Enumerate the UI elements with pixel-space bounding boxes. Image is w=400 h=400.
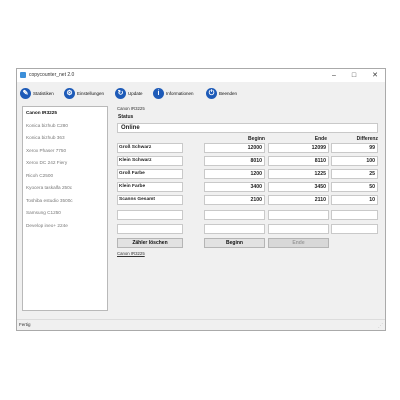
app-icon bbox=[20, 72, 26, 78]
power-icon: ⏻ bbox=[206, 87, 217, 99]
end-button[interactable]: Ende bbox=[268, 238, 329, 248]
device-item[interactable]: Samsung C1250 bbox=[23, 207, 107, 220]
status-label: Status bbox=[118, 114, 134, 120]
statistics-label: Statistiken bbox=[33, 90, 54, 96]
diff-field: 25 bbox=[331, 169, 378, 179]
empty-field bbox=[331, 210, 378, 220]
begin-field[interactable]: 12000 bbox=[204, 143, 265, 153]
device-list[interactable]: Canon IR3225 Konica bizhub C280 Konica b… bbox=[22, 106, 108, 311]
diff-field: 10 bbox=[331, 195, 378, 205]
end-field[interactable]: 2110 bbox=[268, 195, 329, 205]
info-icon: i bbox=[153, 87, 164, 99]
empty-field bbox=[117, 210, 183, 220]
begin-field[interactable]: 1200 bbox=[204, 169, 265, 179]
end-field[interactable]: 1225 bbox=[268, 169, 329, 179]
window-title: copycounter_net 2.0 bbox=[29, 72, 75, 78]
device-item[interactable]: Xerox DC 242 Fiery bbox=[23, 157, 107, 170]
row-label: Klein Schwarz bbox=[117, 156, 183, 166]
statistics-button[interactable]: ✎ Statistiken bbox=[20, 87, 54, 99]
header-begin: Beginn bbox=[248, 136, 265, 142]
app-window: copycounter_net 2.0 – □ ✕ ✎ Statistiken … bbox=[16, 68, 386, 331]
header-end: Ende bbox=[314, 136, 327, 142]
status-field: Online bbox=[117, 123, 378, 133]
device-item[interactable]: Konica bizhub 363 bbox=[23, 132, 107, 145]
update-icon: ↻ bbox=[115, 87, 126, 99]
row-label: Groß Schwarz bbox=[117, 143, 183, 153]
header-diff: Differenz bbox=[356, 136, 378, 142]
diff-field: 50 bbox=[331, 182, 378, 192]
exit-button[interactable]: ⏻ Beenden bbox=[206, 87, 237, 99]
end-field[interactable]: 3450 bbox=[268, 182, 329, 192]
device-link[interactable]: Canon IR3225 bbox=[117, 251, 145, 256]
begin-button[interactable]: Beginn bbox=[204, 238, 265, 248]
update-button[interactable]: ↻ Update bbox=[115, 87, 143, 99]
end-field[interactable]: 8110 bbox=[268, 156, 329, 166]
title-bar: copycounter_net 2.0 – □ ✕ bbox=[17, 69, 385, 82]
toolbar: ✎ Statistiken ⚙ Einstellungen ↻ Update i… bbox=[17, 83, 385, 103]
device-item[interactable]: Konica bizhub C280 bbox=[23, 120, 107, 133]
empty-field bbox=[204, 210, 265, 220]
device-item[interactable]: Ricoh C2500 bbox=[23, 170, 107, 183]
status-text: Fertig bbox=[19, 322, 31, 327]
row-label: Scanns Gesamt bbox=[117, 195, 183, 205]
info-button[interactable]: i Informationen bbox=[153, 87, 194, 99]
update-label: Update bbox=[128, 90, 143, 96]
empty-field bbox=[204, 224, 265, 234]
settings-icon: ⚙ bbox=[64, 87, 75, 99]
status-bar: Fertig ⋰ bbox=[17, 319, 385, 330]
exit-label: Beenden bbox=[219, 90, 238, 96]
settings-label: Einstellungen bbox=[77, 90, 105, 96]
row-label: Klein Farbe bbox=[117, 182, 183, 192]
empty-field bbox=[331, 224, 378, 234]
minimize-button[interactable]: – bbox=[326, 70, 342, 81]
begin-field[interactable]: 2100 bbox=[204, 195, 265, 205]
empty-field bbox=[268, 224, 329, 234]
device-item[interactable]: Xerox Phaser 7750 bbox=[23, 145, 107, 158]
device-item[interactable]: Develop ineo+ 224e bbox=[23, 220, 107, 233]
begin-field[interactable]: 3400 bbox=[204, 182, 265, 192]
resize-grip-icon[interactable]: ⋰ bbox=[378, 323, 383, 329]
settings-button[interactable]: ⚙ Einstellungen bbox=[64, 87, 104, 99]
reset-counter-button[interactable]: Zähler löschen bbox=[117, 238, 183, 248]
info-label: Informationen bbox=[166, 90, 194, 96]
device-caption: Canon IR3225 bbox=[117, 106, 145, 111]
diff-field: 100 bbox=[331, 156, 378, 166]
empty-field bbox=[268, 210, 329, 220]
device-item[interactable]: Canon IR3225 bbox=[23, 107, 107, 120]
row-label: Groß Farbe bbox=[117, 169, 183, 179]
end-field[interactable]: 12099 bbox=[268, 143, 329, 153]
statistics-icon: ✎ bbox=[20, 87, 31, 99]
empty-field bbox=[117, 224, 183, 234]
begin-field[interactable]: 8010 bbox=[204, 156, 265, 166]
diff-field: 99 bbox=[331, 143, 378, 153]
maximize-button[interactable]: □ bbox=[346, 70, 362, 81]
close-button[interactable]: ✕ bbox=[367, 70, 383, 81]
device-item[interactable]: Toshiba estudio 3500c bbox=[23, 195, 107, 208]
device-item[interactable]: Kyocera taskalfa 250c bbox=[23, 182, 107, 195]
